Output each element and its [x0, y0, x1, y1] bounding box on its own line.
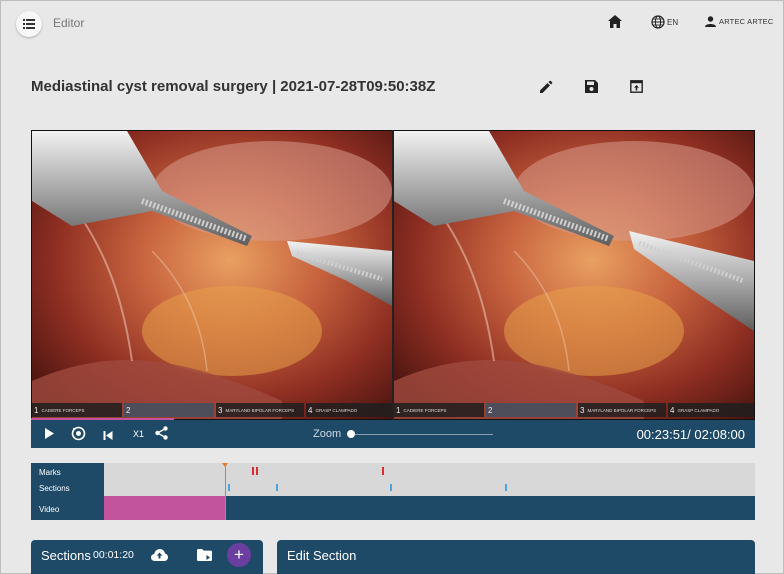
timeline-video-fill: [104, 496, 226, 520]
user-button[interactable]: ARTEC ARTEC: [705, 16, 773, 27]
video-player[interactable]: 1 CADIERE FORCEPS 2 3 MARYLAND BIPOLAR FOR…: [31, 130, 755, 420]
timeline-label-sections: Sections: [39, 484, 70, 493]
menu-icon: [23, 19, 35, 29]
plus-icon: +: [234, 545, 244, 564]
instrument-slot-4: 4 GRASP CLAMPADO: [668, 403, 754, 417]
sections-panel: Sections 00:01:20 +: [31, 540, 263, 574]
player-controls: X1 Zoom 00:23:51/ 02:08:00: [31, 420, 755, 448]
timeline-label-video: Video: [39, 505, 60, 514]
zoom-slider-thumb[interactable]: [347, 430, 355, 438]
timeline-section-marker[interactable]: [389, 484, 392, 491]
timeline-section-marker[interactable]: [505, 484, 508, 491]
timeline-mark[interactable]: [381, 467, 384, 475]
timeline: Marks Sections Video: [31, 463, 755, 520]
instrument-slot-1: 1 CADIERE FORCEPS: [394, 403, 484, 417]
zoom-slider-track[interactable]: [351, 434, 493, 435]
upload-sections-button[interactable]: [151, 548, 168, 566]
home-button[interactable]: [608, 15, 622, 33]
top-bar: Editor EN ARTEC ARTEC: [1, 1, 784, 47]
video-feed-right: 1 CADIERE FORCEPS 2 3 MARYLAND BIPOLAR FOR…: [394, 131, 754, 419]
time-display: 00:23:51/ 02:08:00: [636, 427, 745, 442]
instrument-slot-2: 2: [124, 403, 214, 417]
timeline-mark[interactable]: [251, 467, 254, 475]
open-folder-button[interactable]: [197, 548, 212, 566]
timeline-mark[interactable]: [255, 467, 258, 475]
play-button[interactable]: [43, 427, 55, 445]
replay-button[interactable]: [71, 426, 86, 446]
edit-button[interactable]: [539, 80, 553, 99]
timeline-playhead[interactable]: [225, 463, 227, 520]
edit-icon: [540, 80, 553, 93]
playback-speed[interactable]: X1: [133, 429, 144, 439]
instrument-slot-2: 2: [486, 403, 576, 417]
surgical-video-frame-right: [394, 131, 754, 419]
instrument-overlay-left: 1 CADIERE FORCEPS 2 3 MARYLAND BIPOLAR FOR…: [32, 403, 392, 417]
open-in-window-icon: [630, 80, 643, 93]
sections-title: Sections: [41, 548, 91, 563]
video-feed-left: 1 CADIERE FORCEPS 2 3 MARYLAND BIPOLAR FOR…: [32, 131, 392, 419]
timeline-video-track[interactable]: [104, 496, 755, 520]
share-icon: [155, 426, 168, 440]
page-title: Mediastinal cyst removal surgery | 2021-…: [31, 78, 436, 95]
open-in-window-button[interactable]: [630, 80, 643, 98]
zoom-label: Zoom: [313, 428, 342, 440]
instrument-slot-3: 3 MARYLAND BIPOLAR FORCEPS: [578, 403, 666, 417]
edit-section-title: Edit Section: [287, 548, 357, 563]
home-icon: [608, 15, 622, 28]
timeline-label-marks: Marks: [39, 468, 61, 477]
share-button[interactable]: [155, 426, 168, 445]
sections-duration: 00:01:20: [93, 549, 134, 561]
person-icon: [705, 16, 716, 27]
app-window: Editor EN ARTEC ARTEC Mediastinal cyst r…: [0, 0, 784, 574]
language-label: EN: [667, 17, 679, 27]
language-button[interactable]: EN: [651, 15, 678, 29]
globe-icon: [651, 15, 665, 29]
add-section-button[interactable]: +: [227, 543, 251, 567]
edit-section-panel: Edit Section: [277, 540, 755, 574]
skip-to-start-button[interactable]: [103, 428, 113, 446]
save-icon: [585, 80, 598, 93]
app-title: Editor: [53, 16, 85, 30]
play-icon: [45, 428, 54, 439]
skip-previous-icon: [103, 431, 113, 440]
instrument-overlay-right: 1 CADIERE FORCEPS 2 3 MARYLAND BIPOLAR FOR…: [394, 403, 754, 417]
surgical-video-frame-left: [32, 131, 392, 419]
instrument-slot-4: 4 GRASP CLAMPADO: [306, 403, 392, 417]
folder-icon: [197, 549, 212, 561]
timeline-tracks[interactable]: [104, 463, 755, 496]
timeline-section-marker[interactable]: [275, 484, 278, 491]
replay-icon: [71, 426, 86, 441]
save-button[interactable]: [585, 80, 598, 98]
timeline-playhead-marker[interactable]: [222, 463, 229, 467]
menu-button[interactable]: [16, 11, 42, 37]
instrument-slot-1: 1 CADIERE FORCEPS: [32, 403, 122, 417]
instrument-slot-3: 3 MARYLAND BIPOLAR FORCEPS: [216, 403, 304, 417]
user-name: ARTEC ARTEC: [719, 17, 774, 26]
cloud-upload-icon: [151, 549, 168, 561]
timeline-labels: Marks Sections Video: [31, 463, 104, 520]
timeline-section-marker[interactable]: [227, 484, 230, 491]
